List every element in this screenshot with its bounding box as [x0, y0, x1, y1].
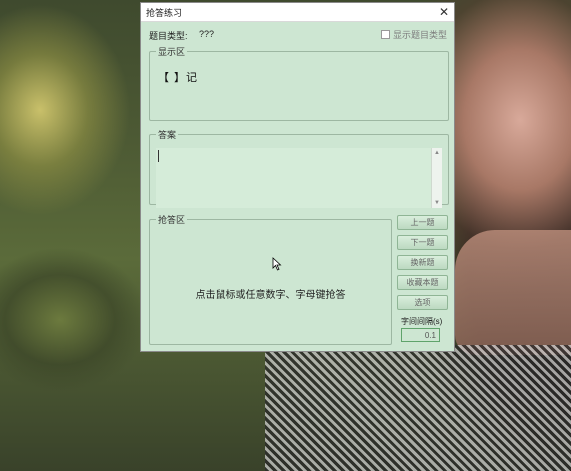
question-text: 【 】记	[158, 72, 199, 84]
mouse-pointer-icon	[272, 257, 282, 271]
show-type-checkbox[interactable]: 显示题目类型	[380, 28, 447, 41]
buzz-area-legend: 抢答区	[158, 215, 186, 225]
display-area-legend: 显示区	[158, 47, 186, 57]
favorite-question-button[interactable]: 收藏本题	[397, 275, 448, 290]
answer-area: 答案 ▲ ▼	[149, 128, 449, 208]
question-type-label: 题目类型:	[149, 31, 188, 41]
next-question-button[interactable]: 下一题	[397, 235, 448, 250]
options-button[interactable]: 选项	[397, 295, 448, 310]
background-photo-coat	[265, 345, 571, 471]
checkbox-icon[interactable]	[380, 30, 390, 39]
new-question-button[interactable]: 换新题	[397, 255, 448, 270]
buzz-hint: 点击鼠标或任意数字、字母键抢答	[195, 290, 346, 301]
window-title: 抢答练习	[146, 7, 183, 18]
practice-window: 抢答练习 ✕ 题目类型: ??? 显示题目类型 显示区 【 】记 答案 ▲ ▼ …	[140, 2, 455, 352]
display-area: 显示区 【 】记	[149, 45, 449, 121]
text-caret	[158, 150, 159, 162]
interval-label: 字间间隔(s)	[401, 317, 443, 326]
background-photo-skin	[455, 230, 571, 355]
scroll-down-icon[interactable]: ▼	[432, 198, 442, 208]
question-type-row: 题目类型: ??? 显示题目类型	[149, 29, 447, 41]
buzz-area[interactable]: 抢答区 点击鼠标或任意数字、字母键抢答	[149, 213, 392, 345]
scroll-up-icon[interactable]: ▲	[432, 148, 442, 158]
answer-area-legend: 答案	[158, 130, 177, 140]
answer-textarea[interactable]	[156, 148, 432, 208]
question-type-value: ???	[199, 29, 215, 39]
interval-input[interactable]: 0.1	[401, 328, 440, 342]
close-icon[interactable]: ✕	[439, 6, 449, 18]
prev-question-button[interactable]: 上一题	[397, 215, 448, 230]
title-bar[interactable]: 抢答练习 ✕	[141, 3, 454, 22]
answer-scrollbar[interactable]: ▲ ▼	[431, 148, 442, 208]
show-type-label: 显示题目类型	[392, 30, 447, 40]
